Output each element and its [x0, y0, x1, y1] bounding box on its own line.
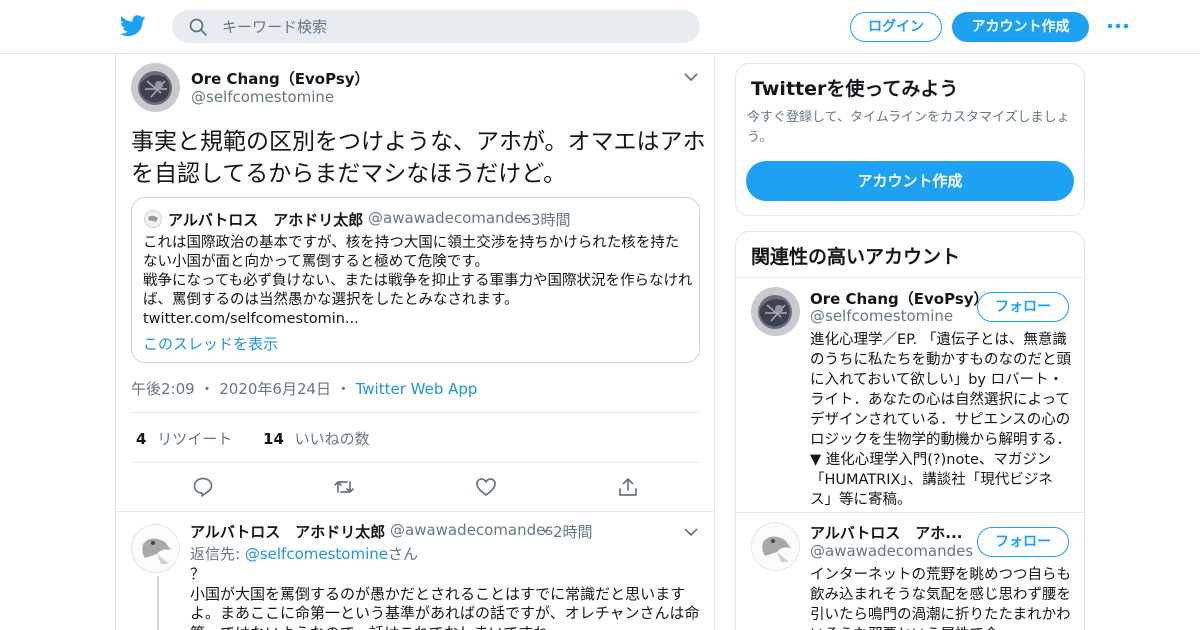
divider [736, 277, 1084, 278]
more-options-icon[interactable] [1106, 18, 1130, 34]
quote-time: ・3時間 [516, 211, 571, 229]
related-accounts-card: 関連性の高いアカウント Ore Chang（EvoPsy） @selfcomes… [735, 231, 1085, 630]
divider [736, 512, 1084, 513]
divider [131, 412, 700, 413]
signup-card-button[interactable]: アカウント作成 [746, 161, 1074, 201]
quoted-tweet[interactable]: アルバトロス アホドリ太郎 @awawadecomandes ・3時間 これは国… [131, 197, 700, 363]
account-bio: 進化心理学／EP. 「遺伝子とは、無意識のうちに私たちを動かすものなのだと頭に入… [810, 332, 1071, 508]
quote-body: これは国際政治の基本ですが、核を持つ大国に領土交渉を持ちかけられた核を持たない小… [143, 235, 693, 327]
reply-author-name[interactable]: アルバトロス アホドリ太郎 [190, 521, 385, 542]
login-button[interactable]: ログイン [850, 12, 942, 42]
avatar[interactable] [131, 63, 180, 112]
like-count[interactable]: 14 [263, 430, 284, 448]
chevron-down-icon[interactable] [683, 526, 699, 538]
account-handle[interactable]: @awawadecomandes [810, 542, 973, 560]
divider [116, 511, 714, 512]
search-icon [189, 18, 207, 36]
quote-author-handle: @awawadecomandes [368, 209, 532, 227]
tweet-text: 事実と規範の区別をつけような、アホが。オマエはアホを自認してるからまだマシなほう… [131, 129, 706, 187]
top-navigation-bar: ログイン アカウント作成 [0, 0, 1200, 54]
follow-button[interactable]: フォロー [977, 292, 1069, 322]
thread-line [157, 576, 159, 630]
avatar[interactable] [131, 524, 180, 573]
signup-card-title: Twitterを使ってみよう [751, 78, 959, 100]
reply-icon[interactable] [192, 476, 214, 498]
signup-card: Twitterを使ってみよう 今すぐ登録して、タイムラインをカスタマイズしましょ… [735, 63, 1085, 216]
related-accounts-title: 関連性の高いアカウント [751, 246, 961, 268]
account-name[interactable]: アルバトロス アホ... [810, 522, 962, 543]
retweet-count[interactable]: 4 [136, 430, 146, 448]
signup-card-description: 今すぐ登録して、タイムラインをカスタマイズしましょう。 [747, 110, 1070, 145]
mention-link[interactable]: @selfcomestomine [245, 545, 388, 563]
source-app-link[interactable]: Twitter Web App [356, 380, 478, 398]
avatar[interactable] [751, 287, 800, 336]
chevron-down-icon[interactable] [683, 71, 699, 83]
divider [131, 462, 700, 463]
tweet-stats: 4 リツイート 14 いいねの数 [136, 428, 370, 449]
like-label[interactable]: いいねの数 [295, 430, 370, 448]
search-box[interactable] [172, 10, 700, 43]
search-input[interactable] [222, 10, 682, 43]
reply-to-line: 返信先: @selfcomestomineさん [190, 545, 418, 563]
follow-button[interactable]: フォロー [977, 527, 1069, 557]
retweet-label[interactable]: リツイート [157, 430, 232, 448]
author-handle[interactable]: @selfcomestomine [191, 88, 334, 106]
author-name[interactable]: Ore Chang（EvoPsy） [191, 68, 370, 89]
tweet-timestamp: 午後2:09 ・ 2020年6月24日 ・ Twitter Web App [131, 380, 478, 398]
reply-time: ・2時間 [538, 523, 593, 541]
like-heart-icon[interactable] [475, 476, 497, 498]
account-name[interactable]: Ore Chang（EvoPsy） [810, 288, 989, 309]
account-bio: インターネットの荒野を眺めつつ自らも飲み込まれそうな気配を感じ思わず腰を引いたら… [810, 567, 1071, 630]
share-icon[interactable] [617, 476, 639, 498]
reply-author-handle[interactable]: @awawadecomandes [390, 521, 553, 539]
signup-button[interactable]: アカウント作成 [952, 12, 1089, 42]
tweet-column: Ore Chang（EvoPsy） @selfcomestomine 事実と規範… [115, 54, 715, 630]
account-handle[interactable]: @selfcomestomine [810, 307, 953, 325]
twitter-bird-icon[interactable] [120, 14, 146, 38]
reply-text: ？ 小国が大国を罵倒するのが愚かだとされることはすでに常識だと思いますよ。まあこ… [190, 565, 700, 630]
show-thread-link[interactable]: このスレッドを表示 [143, 333, 278, 354]
retweet-icon[interactable] [333, 476, 355, 498]
quote-avatar [144, 210, 162, 228]
avatar[interactable] [751, 522, 800, 571]
quote-author-name: アルバトロス アホドリ太郎 [168, 211, 364, 229]
